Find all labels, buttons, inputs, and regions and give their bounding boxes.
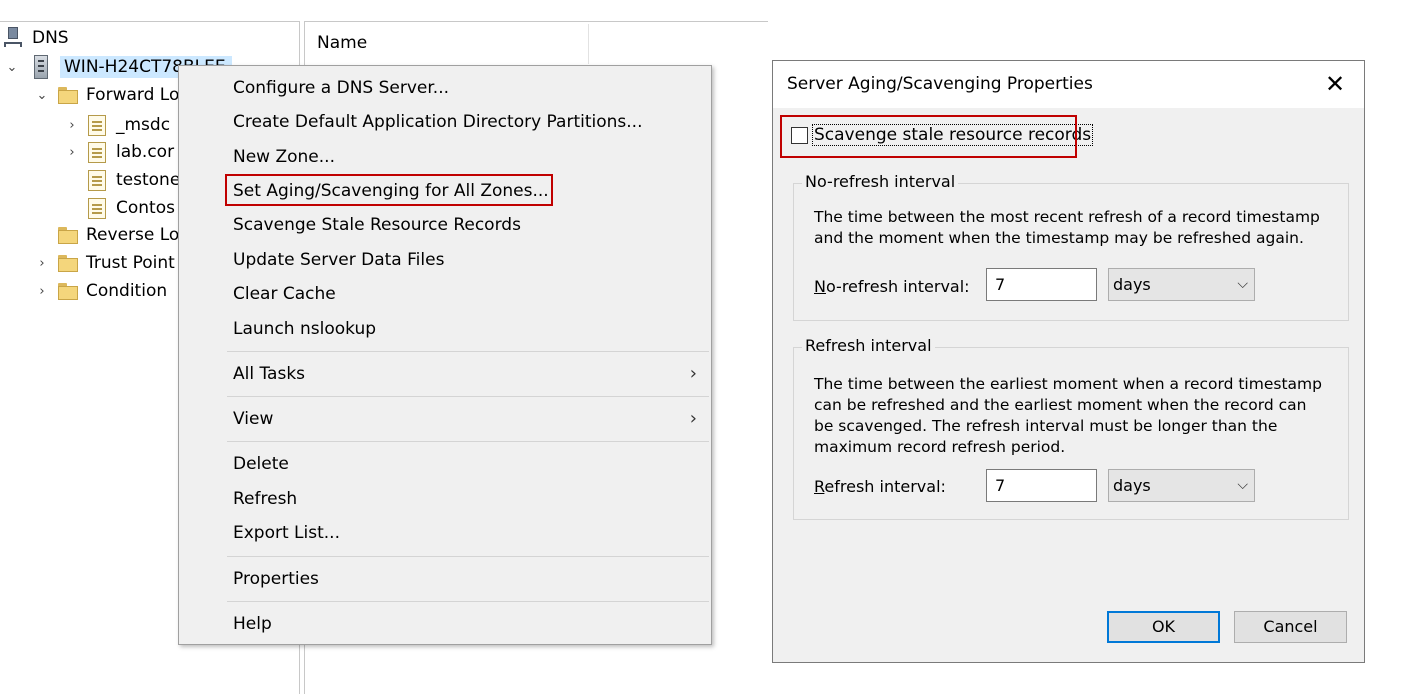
zone-icon — [88, 197, 106, 219]
menu-item-scavenge-stale-records[interactable]: Scavenge Stale Resource Records — [233, 211, 521, 239]
menu-item-all-tasks[interactable]: All Tasks — [233, 360, 305, 388]
chevron-down-icon: ⌵ — [1237, 276, 1248, 292]
tree-item-zone[interactable]: › _msdc — [64, 112, 170, 138]
tree-item-zone[interactable]: › lab.cor — [64, 139, 174, 165]
context-menu: Configure a DNS Server... Create Default… — [178, 65, 712, 645]
menu-item-refresh[interactable]: Refresh — [233, 485, 297, 513]
no-refresh-field-label: No-refresh interval: — [814, 277, 970, 296]
no-refresh-group: No-refresh interval The time between the… — [793, 172, 1349, 321]
menu-item-delete[interactable]: Delete — [233, 450, 289, 478]
no-refresh-description: The time between the most recent refresh… — [814, 208, 1320, 247]
zone-icon — [88, 114, 106, 136]
refresh-group-title: Refresh interval — [802, 336, 935, 355]
menu-separator — [227, 556, 709, 557]
chevron-right-icon[interactable]: › — [64, 118, 80, 133]
chevron-down-icon: ⌵ — [1237, 477, 1248, 493]
chevron-right-icon[interactable]: › — [34, 256, 50, 271]
no-refresh-unit-select[interactable]: days ⌵ — [1108, 268, 1255, 301]
refresh-field-label: Refresh interval: — [814, 477, 946, 496]
chevron-right-icon[interactable]: › — [64, 145, 80, 160]
chevron-down-icon[interactable]: ⌄ — [34, 88, 50, 103]
tree-item-zone[interactable]: Contos — [88, 195, 175, 221]
refresh-description: The time between the earliest moment whe… — [814, 375, 1322, 456]
column-separator[interactable] — [588, 24, 589, 64]
highlight-box-checkbox — [780, 115, 1077, 158]
no-refresh-group-title: No-refresh interval — [802, 172, 959, 191]
menu-item-update-server-data-files[interactable]: Update Server Data Files — [233, 246, 444, 274]
menu-item-create-default-partitions[interactable]: Create Default Application Directory Par… — [233, 108, 642, 136]
menu-item-properties[interactable]: Properties — [233, 565, 319, 593]
tree-item-zone[interactable]: testone — [88, 167, 180, 193]
tree-item-trust-points[interactable]: › Trust Point — [34, 250, 174, 276]
menu-separator — [227, 396, 709, 397]
tree-item-forward-lookup[interactable]: ⌄ Forward Lo — [34, 82, 180, 108]
refresh-input[interactable]: 7 — [986, 469, 1097, 502]
list-top-border — [305, 21, 768, 22]
cancel-button[interactable]: Cancel — [1234, 611, 1347, 643]
folder-icon — [58, 86, 78, 104]
refresh-group: Refresh interval The time between the ea… — [793, 336, 1349, 520]
chevron-down-icon[interactable]: ⌄ — [4, 60, 20, 75]
submenu-arrow-icon: › — [689, 363, 697, 384]
server-icon — [34, 55, 48, 79]
folder-icon — [58, 254, 78, 272]
menu-item-configure-dns-server[interactable]: Configure a DNS Server... — [233, 74, 449, 102]
submenu-arrow-icon: › — [689, 408, 697, 429]
tree-item-conditional-forwarders[interactable]: › Condition — [34, 278, 167, 304]
tree-item-dns[interactable]: DNS — [4, 25, 69, 51]
tree-top-border — [0, 21, 299, 22]
list-column-name[interactable]: Name — [317, 33, 367, 53]
menu-item-launch-nslookup[interactable]: Launch nslookup — [233, 315, 376, 343]
zone-icon — [88, 169, 106, 191]
menu-item-help[interactable]: Help — [233, 610, 272, 638]
no-refresh-unit-value: days — [1113, 275, 1151, 294]
refresh-unit-select[interactable]: days ⌵ — [1108, 469, 1255, 502]
menu-item-view[interactable]: View — [233, 405, 273, 433]
chevron-right-icon[interactable]: › — [34, 284, 50, 299]
menu-item-new-zone[interactable]: New Zone... — [233, 143, 335, 171]
dns-icon — [4, 27, 22, 49]
refresh-unit-value: days — [1113, 476, 1151, 495]
menu-separator — [227, 601, 709, 602]
menu-separator — [227, 441, 709, 442]
ok-button[interactable]: OK — [1107, 611, 1220, 643]
close-icon[interactable]: ✕ — [1320, 69, 1350, 99]
highlight-box-menu-item — [225, 174, 553, 206]
no-refresh-input[interactable]: 7 — [986, 268, 1097, 301]
tree-item-reverse-lookup[interactable]: Reverse Lo — [58, 222, 179, 248]
menu-separator — [227, 351, 709, 352]
folder-icon — [58, 226, 78, 244]
dialog-title: Server Aging/Scavenging Properties — [787, 74, 1093, 94]
folder-icon — [58, 282, 78, 300]
menu-item-export-list[interactable]: Export List... — [233, 519, 340, 547]
dialog-titlebar[interactable]: Server Aging/Scavenging Properties ✕ — [773, 61, 1364, 108]
zone-icon — [88, 141, 106, 163]
menu-item-clear-cache[interactable]: Clear Cache — [233, 280, 336, 308]
aging-scavenging-dialog: Server Aging/Scavenging Properties ✕ Sca… — [772, 60, 1365, 663]
